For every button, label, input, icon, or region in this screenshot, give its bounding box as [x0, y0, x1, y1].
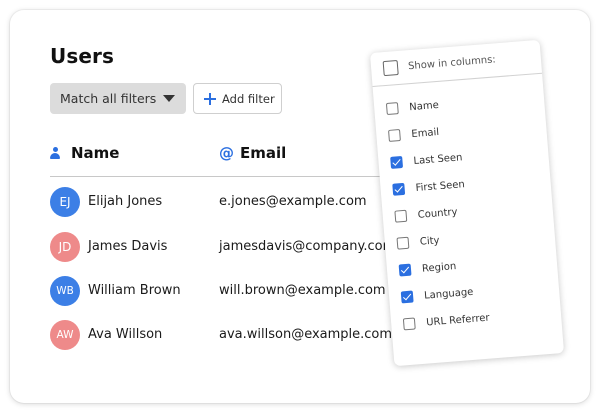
header-divider: [50, 176, 410, 177]
column-option-label: Region: [421, 260, 457, 275]
column-header-email[interactable]: @ Email: [219, 144, 286, 162]
column-option-language[interactable]: Language: [400, 285, 474, 305]
page-title: Users: [50, 44, 114, 68]
column-option-first-seen[interactable]: First Seen: [392, 177, 465, 197]
user-name: William Brown: [88, 283, 181, 298]
column-option-label: Language: [423, 286, 474, 302]
user-email: jamesdavis@company.com: [219, 239, 396, 254]
table-row[interactable]: AW Ava Willson ava.willson@example.com: [50, 320, 410, 350]
column-option-label: Country: [417, 206, 458, 221]
column-option-label: Email: [410, 126, 440, 140]
user-name: Elijah Jones: [88, 194, 163, 209]
table-row[interactable]: JD James Davis jamesdavis@company.com: [50, 232, 410, 262]
column-option-checkbox[interactable]: [400, 290, 414, 304]
avatar: AW: [50, 320, 80, 350]
user-name: Ava Willson: [88, 327, 163, 342]
add-filter-label: Add filter: [222, 91, 275, 106]
table-row[interactable]: EJ Elijah Jones e.jones@example.com: [50, 187, 410, 217]
column-picker-header-label: Show in columns:: [407, 54, 497, 73]
column-option-email[interactable]: Email: [388, 125, 440, 143]
column-option-checkbox[interactable]: [396, 236, 410, 250]
user-email: ava.willson@example.com: [219, 327, 393, 342]
caret-down-icon: [163, 95, 175, 102]
column-option-checkbox[interactable]: [390, 155, 404, 169]
plus-icon: [204, 92, 216, 105]
column-option-url-referrer[interactable]: URL Referrer: [402, 311, 490, 332]
column-option-city[interactable]: City: [396, 233, 440, 250]
avatar: JD: [50, 232, 80, 262]
column-option-name[interactable]: Name: [385, 98, 440, 116]
column-option-checkbox[interactable]: [402, 317, 416, 331]
avatar: WB: [50, 276, 80, 306]
add-filter-button[interactable]: Add filter: [193, 83, 282, 114]
user-name: James Davis: [88, 239, 168, 254]
column-option-country[interactable]: Country: [394, 205, 458, 224]
column-option-label: Last Seen: [413, 151, 463, 167]
column-picker-popup: Show in columns: Name Email Last Seen Fi…: [369, 39, 565, 367]
table-row[interactable]: WB William Brown will.brown@example.com: [50, 276, 410, 306]
column-header-email-label: Email: [240, 144, 287, 162]
match-all-filters-label: Match all filters: [60, 91, 157, 106]
match-all-filters-dropdown[interactable]: Match all filters: [50, 83, 186, 114]
avatar: EJ: [50, 187, 80, 217]
column-option-label: First Seen: [415, 178, 466, 194]
column-option-checkbox[interactable]: [388, 129, 401, 142]
at-icon: @: [219, 144, 234, 162]
column-option-label: City: [419, 234, 440, 248]
person-icon: [50, 147, 60, 159]
column-option-checkbox[interactable]: [385, 102, 399, 116]
user-email: will.brown@example.com: [219, 283, 386, 298]
column-option-checkbox[interactable]: [392, 182, 406, 196]
column-header-name[interactable]: Name: [50, 144, 119, 162]
column-option-checkbox[interactable]: [398, 263, 412, 277]
column-option-checkbox[interactable]: [394, 209, 408, 223]
select-all-checkbox[interactable]: [382, 60, 399, 77]
column-option-label: URL Referrer: [425, 312, 490, 329]
column-option-last-seen[interactable]: Last Seen: [390, 150, 463, 170]
column-header-name-label: Name: [71, 144, 120, 162]
column-option-label: Name: [408, 99, 440, 113]
user-email: e.jones@example.com: [219, 194, 367, 209]
column-option-region[interactable]: Region: [398, 259, 457, 277]
